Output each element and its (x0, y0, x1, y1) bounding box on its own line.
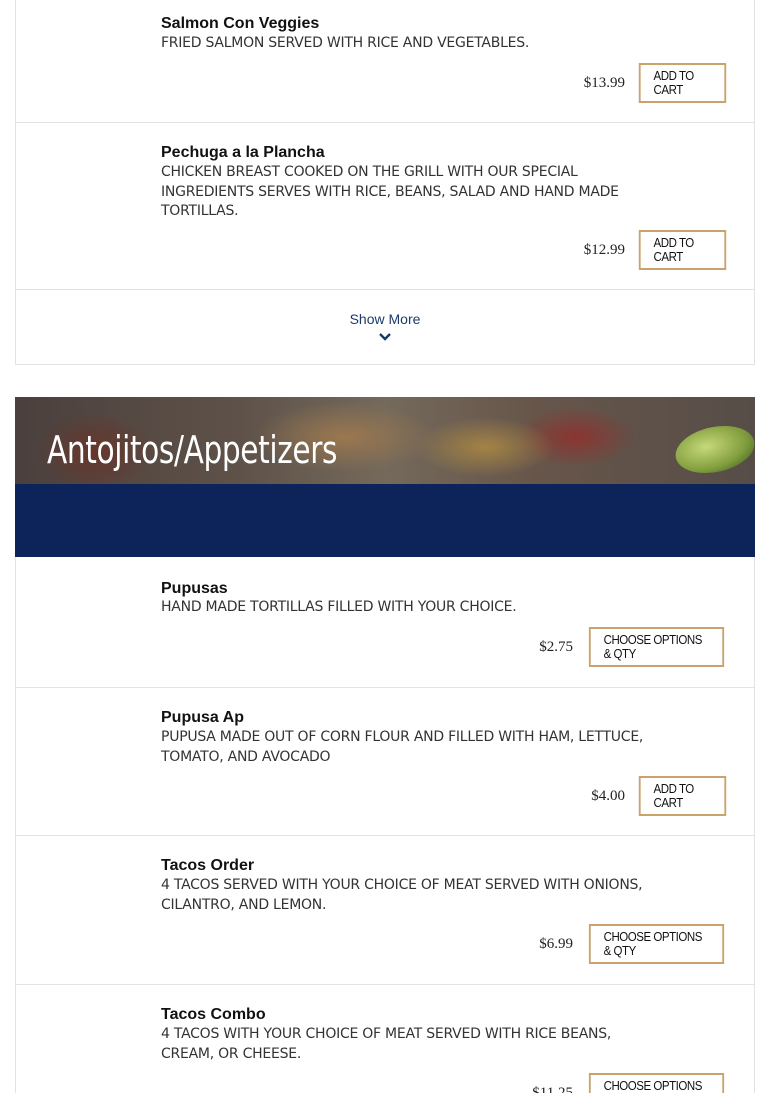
item-description: CHICKEN BREAST COOKED ON THE GRILL WITH … (161, 163, 661, 222)
item-name: Pupusas (161, 580, 228, 597)
price-row: $11.25 CHOOSE OPTIONS & QTY (532, 1073, 730, 1093)
add-to-cart-button[interactable]: ADD TO CART (638, 230, 727, 270)
item-price: $4.00 (591, 787, 625, 804)
price-row: $13.99 ADD TO CART (584, 63, 730, 103)
menu-item-card: Salmon Con Veggies FRIED SALMON SERVED W… (15, 0, 755, 123)
section-banner: Antojitos/Appetizers (15, 397, 755, 557)
price-row: $4.00 ADD TO CART (591, 776, 730, 816)
item-name: Tacos Combo (161, 1006, 266, 1023)
item-name: Salmon Con Veggies (161, 15, 320, 32)
section-title: Antojitos/Appetizers (47, 428, 338, 472)
chevron-down-icon (378, 329, 392, 347)
item-name: Tacos Order (161, 857, 255, 874)
choose-options-button[interactable]: CHOOSE OPTIONS & QTY (588, 924, 725, 964)
item-description-line: TORTILLAS. (161, 203, 239, 219)
item-description-line: INGREDIENTS SERVES WITH RICE, BEANS, SAL… (161, 183, 619, 200)
item-description-line: HAND MADE TORTILLAS FILLED WITH YOUR CHO… (161, 599, 517, 615)
show-more-button[interactable]: Show More (15, 290, 755, 365)
item-description: FRIED SALMON SERVED WITH RICE AND VEGETA… (161, 34, 661, 54)
item-description-line: TOMATO, AND AVOCADO (161, 748, 331, 765)
price-row: $2.75 CHOOSE OPTIONS & QTY (539, 627, 730, 667)
menu-item-card: Pupusa Ap PUPUSA MADE OUT OF CORN FLOUR … (15, 688, 755, 836)
item-description: 4 TACOS WITH YOUR CHOICE OF MEAT SERVED … (161, 1025, 661, 1064)
menu-item-card: Pechuga a la Plancha CHICKEN BREAST COOK… (15, 123, 755, 290)
item-description: PUPUSA MADE OUT OF CORN FLOUR AND FILLED… (161, 728, 661, 767)
item-description-line: 4 TACOS SERVED WITH YOUR CHOICE OF MEAT … (161, 877, 643, 893)
item-price: $2.75 (539, 638, 573, 655)
item-description-line: CILANTRO, AND LEMON. (161, 896, 327, 913)
item-description-line: FRIED SALMON SERVED WITH RICE AND VEGETA… (161, 35, 530, 51)
menu-item-card: Tacos Order 4 TACOS SERVED WITH YOUR CHO… (15, 836, 755, 985)
item-description-line: 4 TACOS WITH YOUR CHOICE OF MEAT SERVED … (161, 1026, 612, 1042)
add-to-cart-button[interactable]: ADD TO CART (638, 63, 727, 103)
item-price: $12.99 (583, 241, 625, 258)
item-description: 4 TACOS SERVED WITH YOUR CHOICE OF MEAT … (161, 876, 661, 915)
price-row: $12.99 ADD TO CART (584, 230, 730, 270)
item-price: $6.99 (539, 935, 573, 952)
choose-options-button[interactable]: CHOOSE OPTIONS & QTY (588, 627, 725, 667)
choose-options-button[interactable]: CHOOSE OPTIONS & QTY (588, 1073, 725, 1093)
item-name: Pupusa Ap (161, 709, 244, 726)
item-description-line: PUPUSA MADE OUT OF CORN FLOUR AND FILLED… (161, 729, 644, 745)
add-to-cart-button[interactable]: ADD TO CART (638, 776, 727, 816)
item-description-line: CHICKEN BREAST COOKED ON THE GRILL WITH … (161, 164, 578, 180)
item-price: $11.25 (532, 1084, 573, 1093)
item-description: HAND MADE TORTILLAS FILLED WITH YOUR CHO… (161, 598, 661, 618)
menu-item-card: Tacos Combo 4 TACOS WITH YOUR CHOICE OF … (15, 985, 755, 1093)
item-description-line: CREAM, OR CHEESE. (161, 1045, 302, 1062)
price-row: $6.99 CHOOSE OPTIONS & QTY (539, 924, 730, 964)
show-more-label: Show More (349, 311, 421, 327)
item-name: Pechuga a la Plancha (161, 144, 325, 161)
menu-item-card: Pupusas HAND MADE TORTILLAS FILLED WITH … (15, 557, 755, 688)
item-price: $13.99 (583, 74, 625, 91)
